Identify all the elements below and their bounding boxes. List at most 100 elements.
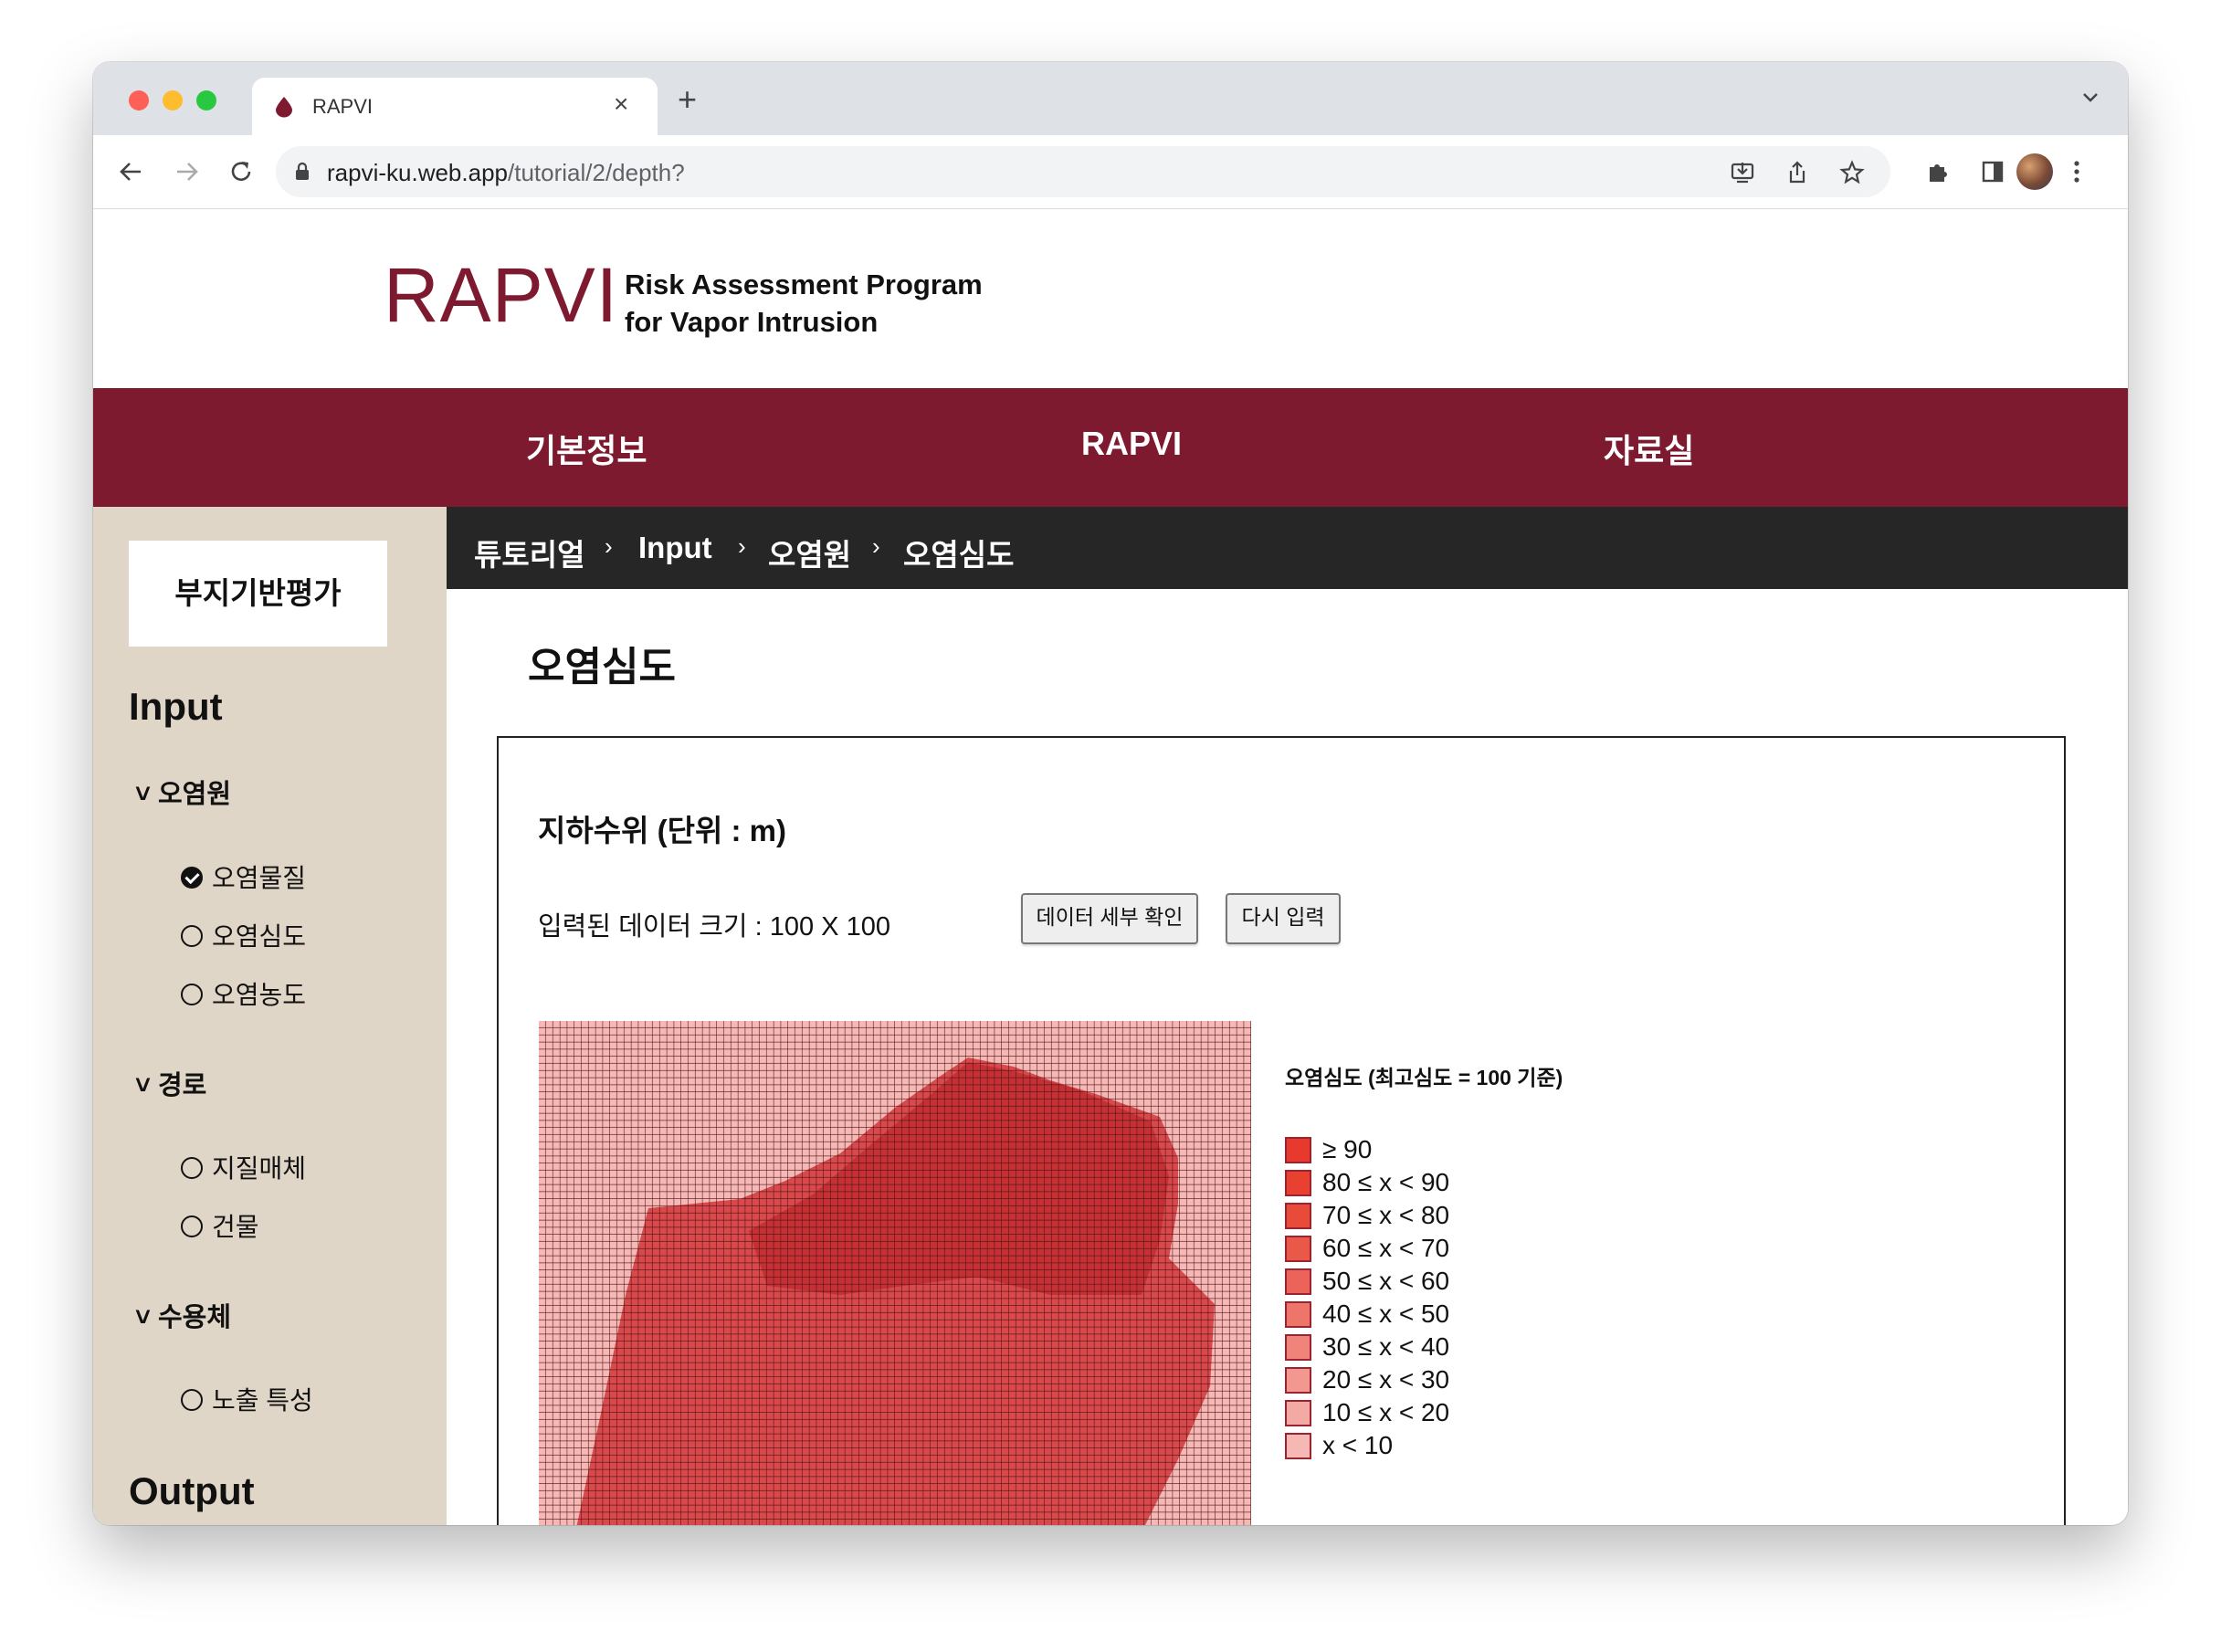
site-subtitle-line1: Risk Assessment Program [625, 268, 983, 300]
page-title: 오염심도 [528, 645, 676, 689]
reset-input-button[interactable]: 다시 입력 [1226, 893, 1341, 944]
sidebar-item-contaminant[interactable]: 오염물질 [181, 858, 306, 895]
tab-close-icon[interactable]: × [614, 89, 628, 119]
section-title: 지하수위 (단위 : m) [538, 814, 786, 847]
chevron-down-icon: ˅ [135, 780, 151, 809]
profile-avatar[interactable] [2016, 153, 2053, 190]
tab-search-chevron-icon[interactable] [2080, 88, 2100, 112]
site-subtitle: Risk Assessment Program for Vapor Intrus… [625, 266, 983, 341]
browser-toolbar: rapvi-ku.web.app/tutorial/2/depth? [93, 135, 2128, 209]
radio-circle-icon [181, 1157, 203, 1179]
sidebar-item-label: 오염농도 [212, 981, 307, 1009]
legend-item: 60 ≤ x < 70 [1285, 1234, 1449, 1265]
chevron-right-icon: › [738, 532, 746, 560]
minimize-window-button[interactable] [163, 90, 183, 110]
tab-strip: RAPVI × + [93, 62, 2128, 135]
browser-window: RAPVI × + rapvi-ku.web.app/tutorial/2/de… [93, 62, 2128, 1525]
legend-label: ≥ 90 [1322, 1135, 1373, 1163]
sidebar-group-source[interactable]: ˅ 오염원 [135, 773, 231, 811]
legend-swatch [1285, 1433, 1311, 1459]
lock-icon[interactable] [294, 162, 311, 186]
new-tab-icon[interactable]: + [678, 80, 697, 119]
legend-swatch [1285, 1268, 1311, 1295]
forward-arrow-icon[interactable] [172, 157, 201, 191]
breadcrumb-item[interactable]: 튜토리얼 [474, 531, 584, 574]
sidebar-item-exposure[interactable]: 노출 특성 [181, 1381, 313, 1417]
extensions-puzzle-icon[interactable] [1925, 159, 1951, 189]
close-window-button[interactable] [129, 90, 149, 110]
sidebar-item-label: 지질매체 [212, 1154, 307, 1183]
data-size-label: 입력된 데이터 크기 : 100 X 100 [538, 912, 890, 942]
site-assessment-button[interactable]: 부지기반평가 [129, 541, 387, 647]
page-content: RAPVI Risk Assessment Program for Vapor … [93, 209, 2128, 1525]
radio-circle-icon [181, 1389, 203, 1411]
legend-label: 60 ≤ x < 70 [1322, 1234, 1450, 1262]
nav-item-basic-info[interactable]: 기본정보 [526, 425, 647, 472]
sidebar-group-pathway[interactable]: ˅ 경로 [135, 1064, 206, 1102]
check-circle-icon [181, 867, 203, 889]
sidebar-item-geology[interactable]: 지질매체 [181, 1149, 306, 1185]
legend-item: 10 ≤ x < 20 [1285, 1398, 1449, 1429]
legend-title: 오염심도 (최고심도 = 100 기준) [1285, 1066, 1563, 1089]
back-arrow-icon[interactable] [117, 157, 146, 191]
legend-label: 70 ≤ x < 80 [1322, 1201, 1450, 1229]
legend-label: 30 ≤ x < 40 [1322, 1332, 1450, 1361]
address-bar[interactable]: rapvi-ku.web.app/tutorial/2/depth? [276, 146, 1890, 197]
sidebar-group-label: 수용체 [158, 1303, 232, 1332]
legend-label: 40 ≤ x < 50 [1322, 1300, 1450, 1328]
side-panel-icon[interactable] [1980, 159, 2005, 189]
site-subtitle-line2: for Vapor Intrusion [625, 306, 879, 338]
legend-label: 50 ≤ x < 60 [1322, 1267, 1450, 1295]
browser-tab[interactable]: RAPVI × [252, 78, 658, 135]
legend-label: 20 ≤ x < 30 [1322, 1365, 1450, 1394]
legend-swatch [1285, 1400, 1311, 1426]
legend-swatch [1285, 1236, 1311, 1262]
radio-circle-icon [181, 984, 203, 1005]
sidebar-item-label: 노출 특성 [212, 1386, 313, 1415]
legend-item: ≥ 90 [1285, 1135, 1372, 1166]
sidebar-item-label: 오염심도 [212, 922, 307, 951]
sidebar-item-depth[interactable]: 오염심도 [181, 917, 306, 953]
legend-item: 20 ≤ x < 30 [1285, 1365, 1449, 1396]
radio-circle-icon [181, 1215, 203, 1237]
install-app-icon[interactable] [1730, 160, 1755, 190]
legend-item: 40 ≤ x < 50 [1285, 1300, 1449, 1331]
breadcrumb-item[interactable]: Input [638, 531, 712, 565]
breadcrumb: 튜토리얼 › Input › 오염원 › 오염심도 [447, 507, 2128, 589]
breadcrumb-item[interactable]: 오염심도 [903, 531, 1014, 574]
site-logo[interactable]: RAPVI [384, 251, 618, 340]
favicon-drop-icon [274, 96, 294, 122]
legend-swatch [1285, 1367, 1311, 1394]
sidebar-output-heading: Output [129, 1469, 255, 1512]
sidebar-item-building[interactable]: 건물 [181, 1207, 259, 1244]
nav-item-library[interactable]: 자료실 [1604, 425, 1694, 472]
chevron-right-icon: › [605, 532, 613, 560]
legend-item: 50 ≤ x < 60 [1285, 1267, 1449, 1298]
tab-title: RAPVI [312, 95, 374, 118]
legend-swatch [1285, 1170, 1311, 1196]
sidebar-input-heading: Input [129, 685, 223, 728]
sidebar-item-label: 오염물질 [212, 864, 307, 892]
chevron-down-icon: ˅ [135, 1071, 151, 1100]
legend-swatch [1285, 1334, 1311, 1361]
heatmap-cell-grid [539, 1021, 1251, 1525]
more-menu-icon[interactable] [2071, 159, 2082, 189]
legend-item: 80 ≤ x < 90 [1285, 1168, 1449, 1199]
legend-label: 80 ≤ x < 90 [1322, 1168, 1450, 1196]
sidebar-group-label: 오염원 [158, 780, 232, 809]
nav-item-rapvi[interactable]: RAPVI [1081, 425, 1182, 463]
legend-swatch [1285, 1301, 1311, 1328]
breadcrumb-item[interactable]: 오염원 [768, 531, 851, 574]
depth-panel: 지하수위 (단위 : m) 입력된 데이터 크기 : 100 X 100 데이터… [497, 736, 2066, 1525]
radio-circle-icon [181, 925, 203, 947]
zoom-window-button[interactable] [196, 90, 216, 110]
bookmark-star-icon[interactable] [1839, 160, 1865, 190]
reload-icon[interactable] [226, 157, 256, 191]
sidebar-group-receptor[interactable]: ˅ 수용체 [135, 1296, 231, 1334]
sidebar-item-concentration[interactable]: 오염농도 [181, 975, 306, 1012]
legend-item: 30 ≤ x < 40 [1285, 1332, 1449, 1363]
url-text[interactable]: rapvi-ku.web.app/tutorial/2/depth? [327, 159, 685, 187]
share-icon[interactable] [1784, 160, 1810, 190]
sidebar: 부지기반평가 Input ˅ 오염원 오염물질 오염심도 오염농도 ˅ 경로 지… [93, 507, 447, 1525]
data-detail-button[interactable]: 데이터 세부 확인 [1021, 893, 1198, 944]
